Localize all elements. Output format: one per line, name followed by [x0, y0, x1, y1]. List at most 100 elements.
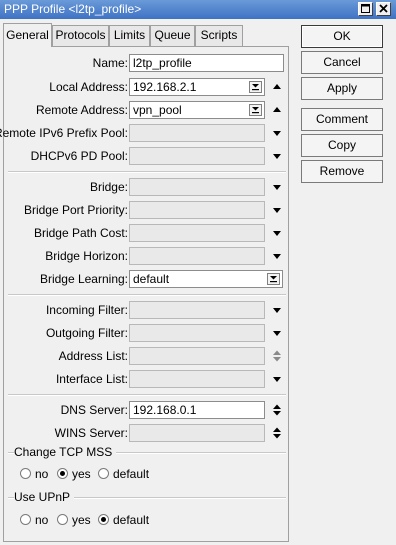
arrow-down-icon: [273, 254, 281, 259]
incoming-filter-expand[interactable]: [270, 303, 284, 317]
interface-list-expand[interactable]: [270, 372, 284, 386]
separator: [8, 394, 286, 396]
radio-button[interactable]: [98, 514, 109, 525]
bridge-learning-select[interactable]: default: [129, 270, 283, 288]
dropdown-icon: [270, 276, 277, 283]
apply-button[interactable]: Apply: [301, 77, 383, 100]
address-list-row: Address List:: [4, 347, 290, 365]
change-tcp-mss-default[interactable]: default: [98, 467, 149, 481]
dhcpv6-pd-pool-expand[interactable]: [270, 149, 284, 163]
arrow-down-icon: [273, 331, 281, 336]
incoming-filter-row: Incoming Filter:: [4, 301, 290, 319]
bridge-port-priority-expand[interactable]: [270, 203, 284, 217]
title-bar: PPP Profile <l2tp_profile>: [0, 0, 396, 19]
up-down-icon: [273, 427, 281, 439]
bridge-learning-dropdown[interactable]: [267, 273, 280, 285]
radio-label: yes: [72, 467, 91, 481]
arrow-down-icon: [273, 377, 281, 382]
change-tcp-mss-yes[interactable]: yes: [57, 467, 91, 481]
dhcpv6-pd-pool-field[interactable]: [129, 147, 265, 165]
remote-ipv6-prefix-pool-expand[interactable]: [270, 126, 284, 140]
name-input[interactable]: l2tp_profile: [129, 54, 284, 72]
up-down-icon: [273, 350, 281, 362]
tab-label: Protocols: [55, 28, 106, 42]
radio-label: default: [113, 513, 150, 527]
copy-button[interactable]: Copy: [301, 134, 383, 157]
cancel-button[interactable]: Cancel: [301, 51, 383, 74]
tab-scripts[interactable]: Scripts: [195, 25, 243, 46]
tab-protocols[interactable]: Protocols: [52, 25, 109, 46]
wins-server-field[interactable]: [129, 424, 265, 442]
local-address-row: Local Address: 192.168.2.1: [4, 78, 290, 96]
dropdown-icon: [252, 84, 259, 91]
close-button[interactable]: [376, 2, 391, 16]
ok-button[interactable]: OK: [301, 25, 383, 48]
dns-server-input[interactable]: 192.168.0.1: [129, 401, 265, 419]
arrow-up-icon: [273, 107, 281, 112]
bridge-horizon-expand[interactable]: [270, 249, 284, 263]
remove-button[interactable]: Remove: [301, 160, 383, 183]
interface-list-row: Interface List:: [4, 370, 290, 388]
local-address-value: 192.168.2.1: [133, 80, 197, 94]
tab-limits[interactable]: Limits: [109, 25, 150, 46]
dns-server-row: DNS Server: 192.168.0.1: [4, 401, 290, 419]
local-address-collapse[interactable]: [270, 80, 284, 94]
bridge-expand[interactable]: [270, 180, 284, 194]
bridge-path-cost-label: Bridge Path Cost:: [33, 226, 128, 240]
tab-queue[interactable]: Queue: [150, 25, 195, 46]
change-tcp-mss-no[interactable]: no: [20, 467, 48, 481]
comment-button[interactable]: Comment: [301, 108, 383, 131]
use-upnp-yes[interactable]: yes: [57, 513, 91, 527]
arrow-down-icon: [273, 154, 281, 159]
interface-list-label: Interface List:: [55, 372, 128, 386]
maximize-button[interactable]: [358, 2, 373, 16]
radio-button[interactable]: [57, 468, 68, 479]
incoming-filter-label: Incoming Filter:: [45, 303, 128, 317]
local-address-dropdown[interactable]: [249, 81, 262, 93]
bridge-path-cost-field[interactable]: [129, 224, 265, 242]
radio-button[interactable]: [98, 468, 109, 479]
dhcpv6-pd-pool-label: DHCPv6 PD Pool:: [30, 149, 128, 163]
outgoing-filter-field[interactable]: [129, 324, 265, 342]
tab-label: Queue: [154, 28, 191, 42]
radio-label: default: [113, 467, 150, 481]
radio-label: no: [35, 513, 49, 527]
outgoing-filter-label: Outgoing Filter:: [45, 326, 128, 340]
local-address-field[interactable]: 192.168.2.1: [129, 78, 265, 96]
bridge-port-priority-field[interactable]: [129, 201, 265, 219]
remote-ipv6-prefix-pool-row: Remote IPv6 Prefix Pool:: [0, 124, 290, 142]
bridge-path-cost-row: Bridge Path Cost:: [4, 224, 290, 242]
wins-server-updown[interactable]: [270, 426, 284, 440]
arrow-down-icon: [273, 185, 281, 190]
tab-general[interactable]: General: [3, 23, 52, 47]
name-label: Name:: [92, 56, 128, 70]
bridge-horizon-field[interactable]: [129, 247, 265, 265]
bridge-field[interactable]: [129, 178, 265, 196]
wins-server-label: WINS Server:: [54, 426, 128, 440]
bridge-path-cost-expand[interactable]: [270, 226, 284, 240]
dns-server-updown[interactable]: [270, 403, 284, 417]
interface-list-field[interactable]: [129, 370, 265, 388]
tab-label: Scripts: [200, 28, 238, 42]
radio-button[interactable]: [20, 514, 31, 525]
bridge-port-priority-label: Bridge Port Priority:: [23, 203, 128, 217]
use-upnp-default[interactable]: default: [98, 513, 149, 527]
remote-address-field[interactable]: vpn_pool: [129, 101, 265, 119]
remote-address-dropdown[interactable]: [249, 104, 262, 116]
bridge-row: Bridge:: [4, 178, 290, 196]
separator: [8, 171, 286, 173]
use-upnp-no[interactable]: no: [20, 513, 48, 527]
address-list-updown[interactable]: [270, 349, 284, 363]
outgoing-filter-expand[interactable]: [270, 326, 284, 340]
local-address-label: Local Address:: [49, 80, 128, 94]
bridge-port-priority-row: Bridge Port Priority:: [4, 201, 290, 219]
bridge-horizon-label: Bridge Horizon:: [45, 249, 128, 263]
remote-ipv6-prefix-pool-field[interactable]: [129, 124, 265, 142]
address-list-field[interactable]: [129, 347, 265, 365]
remote-address-collapse[interactable]: [270, 103, 284, 117]
radio-label: yes: [72, 513, 91, 527]
radio-button[interactable]: [20, 468, 31, 479]
window-title: PPP Profile <l2tp_profile>: [4, 2, 142, 16]
radio-button[interactable]: [57, 514, 68, 525]
incoming-filter-field[interactable]: [129, 301, 265, 319]
